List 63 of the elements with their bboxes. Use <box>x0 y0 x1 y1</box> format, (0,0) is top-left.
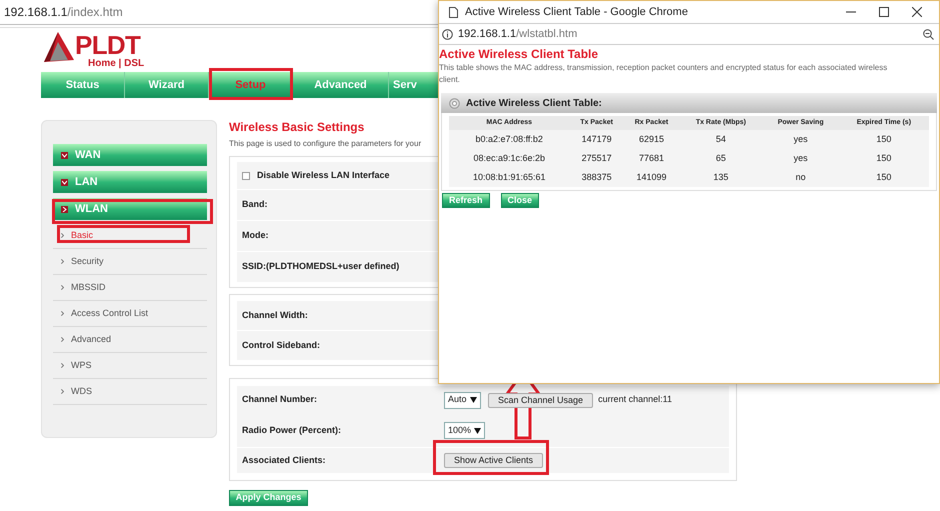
radio-power-select[interactable]: 100% <box>444 422 485 439</box>
chevron-icon <box>61 233 64 238</box>
table-cell: 62915 <box>624 130 680 149</box>
submenu-item[interactable]: MBSSID <box>53 275 207 301</box>
info-icon[interactable] <box>442 28 453 40</box>
panel-title: Active Wireless Client Table: <box>466 96 602 110</box>
checkbox[interactable] <box>242 172 250 180</box>
table-cell: 135 <box>679 168 763 187</box>
maximize-icon[interactable] <box>879 7 889 17</box>
chevron-icon <box>61 259 64 264</box>
submenu-item[interactable]: WDS <box>53 379 207 405</box>
submenu-item[interactable]: Advanced <box>53 327 207 353</box>
chevron-icon <box>61 285 64 290</box>
popup-title: Active Wireless Client Table <box>439 47 600 62</box>
field-label: Radio Power (Percent): <box>242 424 342 437</box>
chevron-icon <box>61 337 64 342</box>
checkbox-label: Disable Wireless LAN Interface <box>257 168 390 182</box>
table-cell: 388375 <box>569 168 624 187</box>
table-cell: 65 <box>679 149 763 168</box>
close-icon[interactable] <box>912 7 922 17</box>
logo-text: PLDT <box>75 32 141 58</box>
table-cell: 275517 <box>569 149 624 168</box>
window-title: Active Wireless Client Table - Google Chrome <box>465 4 688 20</box>
table-cell: no <box>762 168 839 187</box>
current-channel-text: current channel:11 <box>598 393 672 406</box>
show-clients-button[interactable]: Show Active Clients <box>444 453 544 468</box>
chevron-icon <box>61 389 64 394</box>
table-cell: yes <box>762 130 839 149</box>
logo-subtitle: Home | DSL <box>88 58 144 70</box>
channel-select[interactable]: Auto <box>444 392 481 408</box>
table-cell: 150 <box>838 168 929 187</box>
field-label: Associated Clients: <box>242 454 327 467</box>
table-cell: 150 <box>838 130 929 149</box>
address-bar[interactable]: 192.168.1.1/wlstatbl.htm <box>458 26 578 42</box>
field-label: Channel Width: <box>242 308 308 322</box>
submenu-item[interactable]: Basic <box>53 223 207 249</box>
submenu-item[interactable]: WPS <box>53 353 207 379</box>
caret-icon <box>470 397 477 403</box>
logo-icon <box>44 32 74 65</box>
zoom-icon[interactable] <box>923 28 934 40</box>
table-cell: 150 <box>838 149 929 168</box>
chevron-icon <box>61 363 64 368</box>
submenu-item[interactable]: Security <box>53 249 207 275</box>
field-label: Control Sideband: <box>242 338 320 352</box>
page-title: Wireless Basic Settings <box>229 119 364 136</box>
table-cell: 141099 <box>624 168 680 187</box>
table-cell: 77681 <box>624 149 680 168</box>
table-cell: yes <box>762 149 839 168</box>
chevron-icon <box>61 311 64 316</box>
page-icon <box>449 6 458 18</box>
table-cell: 08:ec:a9:1c:6e:2b <box>449 149 570 168</box>
table-cell: 147179 <box>569 130 624 149</box>
table-cell: 54 <box>679 130 763 149</box>
field-label: Channel Number: <box>242 393 318 406</box>
scan-channel-button[interactable]: Scan Channel Usage <box>488 392 594 408</box>
submenu-item[interactable]: Access Control List <box>53 301 207 327</box>
page-description: This page is used to configure the parameters for your <box>229 138 422 150</box>
field-label: Mode: <box>242 229 268 242</box>
table-cell: b0:a2:e7:08:ff:b2 <box>449 130 570 149</box>
field-label: SSID:(PLDTHOMEDSL+user defined) <box>242 260 400 274</box>
field-label: Band: <box>242 198 268 212</box>
table-cell: 10:08:b1:91:65:61 <box>449 168 570 187</box>
caret-icon <box>474 428 481 434</box>
